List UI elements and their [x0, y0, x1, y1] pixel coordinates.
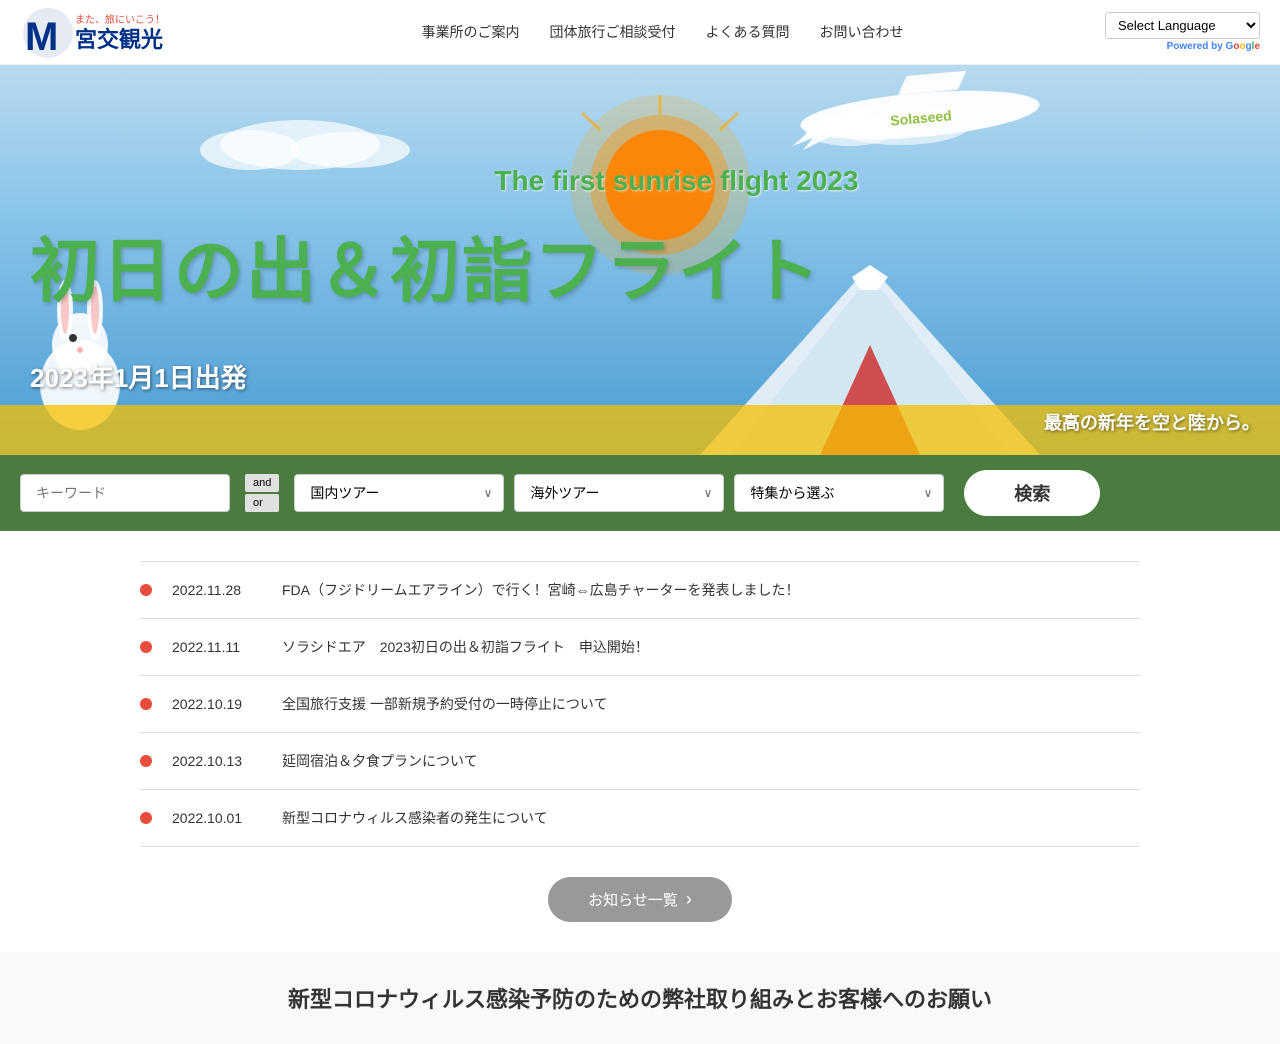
hero-text-english: The first sunrise flight 2023	[494, 165, 858, 197]
news-section: 2022.11.28 FDA（フジドリームエアライン）で行く！宮崎⇔広島チャータ…	[120, 561, 1160, 847]
keyword-input[interactable]	[20, 474, 230, 512]
news-date: 2022.10.19	[172, 696, 262, 712]
domestic-select[interactable]: 国内ツアー	[294, 474, 504, 512]
nav-contact[interactable]: お問い合わせ	[820, 22, 904, 42]
news-item: 2022.11.28 FDA（フジドリームエアライン）で行く！宮崎⇔広島チャータ…	[140, 561, 1140, 619]
bottom-section: 新型コロナウィルス感染予防のための弊社取り組みとお客様へのお願い	[0, 952, 1280, 1044]
hero-date: 2023年1月1日出発	[30, 358, 247, 395]
news-text[interactable]: ソラシドエア 2023初日の出＆初詣フライト 申込開始！	[282, 637, 649, 657]
main-nav: 事業所のご案内 団体旅行ご相談受付 よくある質問 お問い合わせ	[422, 22, 904, 42]
header: M また、旅にいこう！ 宮交観光 事業所のご案内 団体旅行ご相談受付 よくある質…	[0, 0, 1280, 65]
and-button[interactable]: and	[245, 474, 279, 492]
search-button[interactable]: 検索	[964, 470, 1100, 516]
feature-select[interactable]: 特集から選ぶ	[734, 474, 944, 512]
news-more-button[interactable]: お知らせ一覧	[548, 877, 732, 922]
language-select[interactable]: Select Language	[1105, 12, 1260, 39]
news-date: 2022.10.01	[172, 810, 262, 826]
hero-text-japanese: 初日の出＆初詣フライト	[30, 215, 822, 316]
svg-text:宮交観光: 宮交観光	[75, 27, 163, 52]
hero-tagline: 最高の新年を空と陸から。	[1044, 409, 1260, 435]
news-text[interactable]: 延岡宿泊＆夕食プランについて	[282, 751, 478, 771]
nav-group-travel[interactable]: 団体旅行ご相談受付	[550, 22, 676, 42]
nav-business[interactable]: 事業所のご案内	[422, 22, 520, 42]
svg-text:M: M	[25, 15, 58, 59]
news-date: 2022.11.11	[172, 639, 262, 655]
news-item: 2022.10.13 延岡宿泊＆夕食プランについて	[140, 733, 1140, 790]
news-item: 2022.10.19 全国旅行支援 一部新規予約受付の一時停止について	[140, 676, 1140, 733]
overseas-select-wrapper: 海外ツアー	[514, 474, 724, 512]
and-or-buttons: and or	[245, 474, 279, 512]
domestic-select-wrapper: 国内ツアー	[294, 474, 504, 512]
news-text[interactable]: FDA（フジドリームエアライン）で行く！宮崎⇔広島チャーターを発表しました！	[282, 580, 799, 600]
news-text[interactable]: 全国旅行支援 一部新規予約受付の一時停止について	[282, 694, 607, 714]
news-item: 2022.10.01 新型コロナウィルス感染者の発生について	[140, 790, 1140, 847]
news-date: 2022.10.13	[172, 753, 262, 769]
more-btn-wrapper: お知らせ一覧	[0, 877, 1280, 922]
nav-faq[interactable]: よくある質問	[706, 22, 790, 42]
search-area: and or 国内ツアー 海外ツアー 特集から選ぶ 検索	[0, 455, 1280, 531]
or-button[interactable]: or	[245, 494, 279, 512]
feature-select-wrapper: 特集から選ぶ	[734, 474, 944, 512]
logo[interactable]: M また、旅にいこう！ 宮交観光	[20, 5, 220, 60]
news-text[interactable]: 新型コロナウィルス感染者の発生について	[282, 808, 548, 828]
news-date: 2022.11.28	[172, 582, 262, 598]
svg-text:また、旅にいこう！: また、旅にいこう！	[75, 13, 165, 26]
news-dot	[140, 584, 152, 596]
hero-banner: Solaseed The first sunrise flight 2023 初…	[0, 65, 1280, 455]
news-dot	[140, 698, 152, 710]
keyword-wrapper	[20, 474, 230, 512]
header-right: Select Language Powered by Google	[1105, 12, 1260, 52]
news-dot	[140, 812, 152, 824]
overseas-select[interactable]: 海外ツアー	[514, 474, 724, 512]
news-dot	[140, 641, 152, 653]
bottom-title: 新型コロナウィルス感染予防のための弊社取り組みとお客様へのお願い	[20, 982, 1260, 1014]
news-item: 2022.11.11 ソラシドエア 2023初日の出＆初詣フライト 申込開始！	[140, 619, 1140, 676]
news-dot	[140, 755, 152, 767]
powered-by-google: Powered by Google	[1167, 41, 1260, 52]
